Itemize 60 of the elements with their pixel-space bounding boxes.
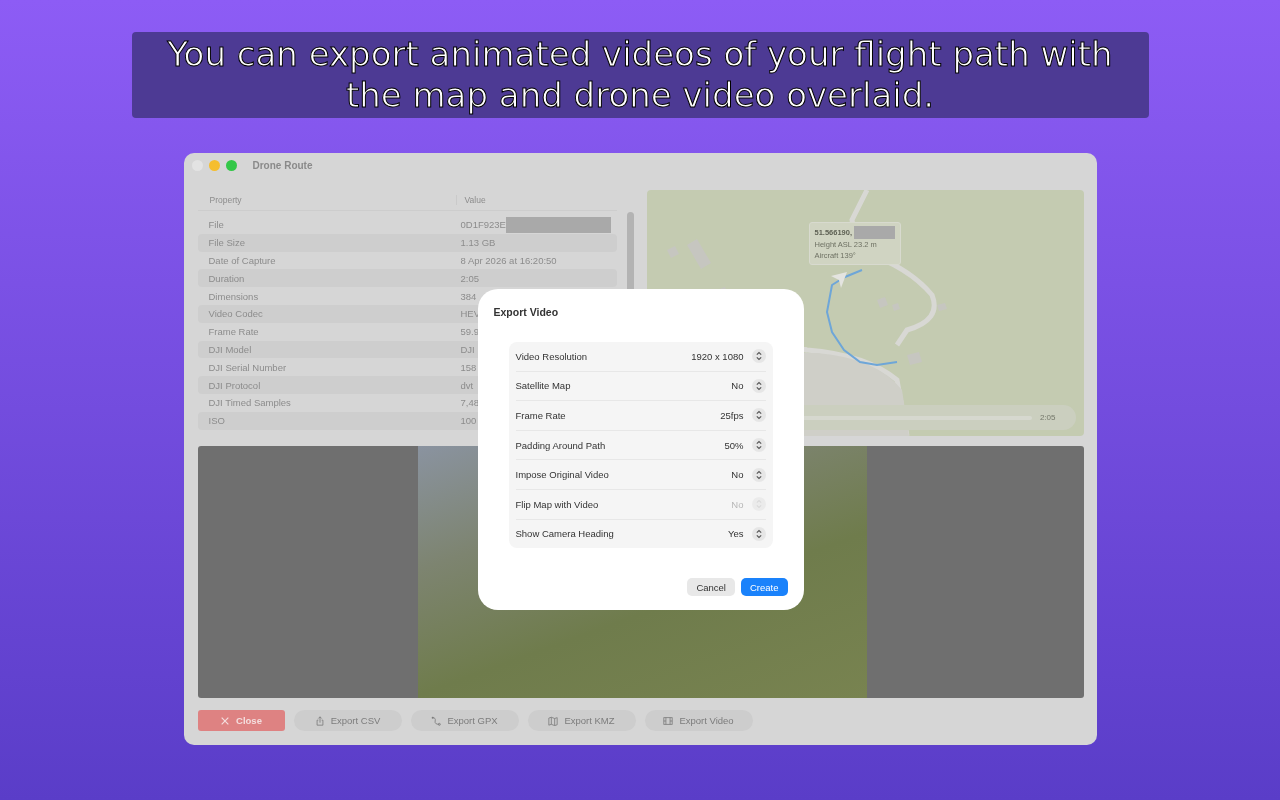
option-label: Impose Original Video [515,469,610,481]
value-cell: 158 [460,361,477,373]
stepper-icon[interactable] [751,378,766,393]
share-icon [314,715,325,726]
toolbar-button[interactable]: Export Video [644,710,753,731]
option-label: Show Camera Heading [515,528,615,540]
property-cell-text: File [207,219,225,231]
property-cell-text: DJI Model [207,343,253,355]
caption-text: You can export animated videos of your flight path with the map and drone video overlaid. [166,34,1114,116]
option-label: Padding Around Path [515,439,607,451]
value-cell: DJI [460,343,475,355]
property-cell-text: DJI Protocol [207,379,262,391]
film-icon [663,715,674,726]
window-title: Drone Route [252,159,313,171]
option-label: Flip Map with Video [515,498,600,510]
option-label: Frame Rate [515,410,567,421]
stepper-icon[interactable] [751,349,766,364]
value-cell: 100 [460,415,477,427]
path-icon [431,715,442,726]
playback-time: 2:05 [1039,413,1056,422]
property-cell-text: Duration [207,272,246,284]
property-cell-text: ISO [207,415,226,427]
option-value[interactable]: 1920 x 1080 [691,350,744,362]
property-cell-text: File Size [207,237,246,249]
value-cell: 8 Apr 2026 at 16:20:50 [460,255,557,266]
value-cell: dvt [460,379,474,391]
toolbar-button[interactable]: Close [197,710,285,731]
close-icon [220,715,231,726]
value-cell: 0D1F923E [460,219,506,231]
property-cell-text: DJI Timed Samples [207,397,292,409]
property-cell-text: Dimensions [207,290,260,302]
stepper-icon[interactable] [751,467,766,482]
value-cell: 59.9 [460,326,479,338]
stepper-icon[interactable] [751,526,766,541]
option-value[interactable]: No [731,380,744,392]
value-cell: 1.13 GB [460,237,496,249]
option-label: Video Resolution [515,350,589,362]
dialog-title: Export Video [493,306,560,318]
value-cell: 2:05 [460,272,479,284]
column-header[interactable]: Value [456,195,486,205]
option-value[interactable]: Yes [728,528,744,540]
value-cell: 7,48 [460,397,479,409]
stepper-icon[interactable] [751,438,766,453]
option-value[interactable]: 50% [724,439,744,451]
map-icon [548,715,559,726]
toolbar-button[interactable]: Export GPX [410,710,519,731]
option-value[interactable]: 25fps [720,410,744,421]
property-cell-text: DJI Serial Number [207,361,288,373]
stepper-icon[interactable] [751,408,766,423]
dialog-button[interactable]: Create [741,578,788,597]
dialog-button[interactable]: Cancel [687,578,735,597]
column-header[interactable]: Property [197,195,457,205]
toolbar-button[interactable]: Export KMZ [527,710,636,731]
property-cell-text: Frame Rate [207,326,260,338]
toolbar-button[interactable]: Export CSV [293,710,402,731]
property-cell-text: Date of Capture [207,255,277,266]
option-value[interactable]: No [731,469,744,481]
option-label: Satellite Map [515,380,572,392]
property-cell-text: Video Codec [207,308,264,320]
value-cell: 384 [460,290,477,302]
